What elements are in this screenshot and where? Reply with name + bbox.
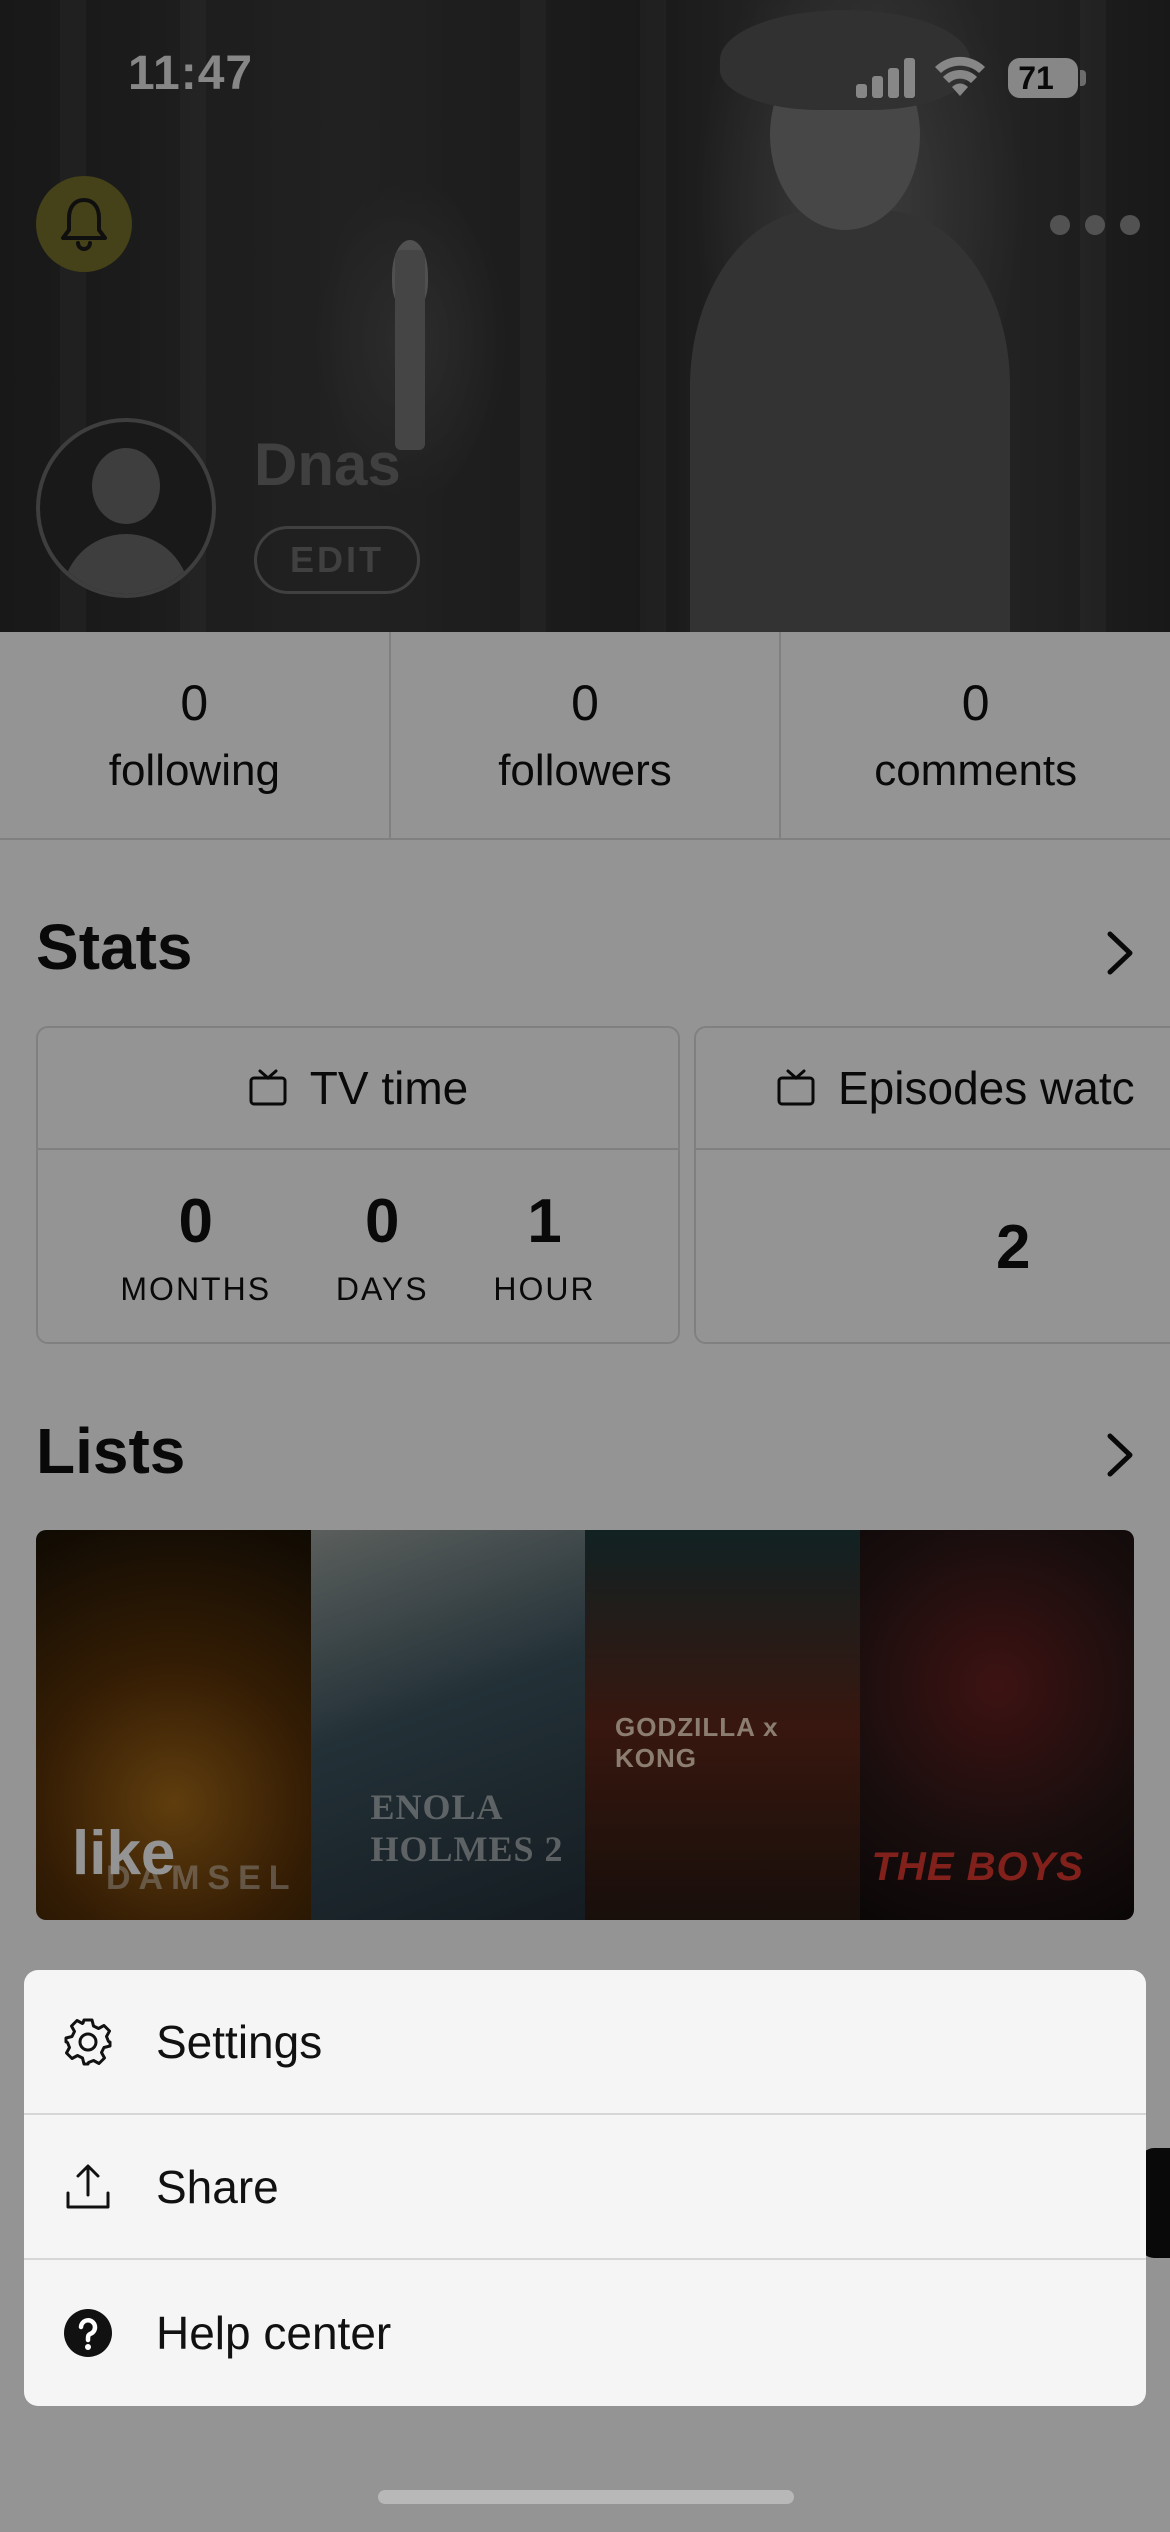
- gear-icon: [64, 2018, 112, 2065]
- share-menu-item[interactable]: Share: [24, 2115, 1146, 2260]
- settings-menu-item[interactable]: Settings: [24, 1970, 1146, 2115]
- help-icon: [64, 2308, 112, 2357]
- help-center-label: Help center: [156, 2306, 392, 2359]
- settings-label: Settings: [156, 2015, 323, 2068]
- share-label: Share: [156, 2160, 279, 2213]
- help-center-menu-item[interactable]: Help center: [24, 2260, 1146, 2405]
- share-icon: [66, 2164, 110, 2208]
- home-indicator: [378, 2490, 794, 2504]
- action-sheet: Settings Share Help center: [24, 1970, 1146, 2406]
